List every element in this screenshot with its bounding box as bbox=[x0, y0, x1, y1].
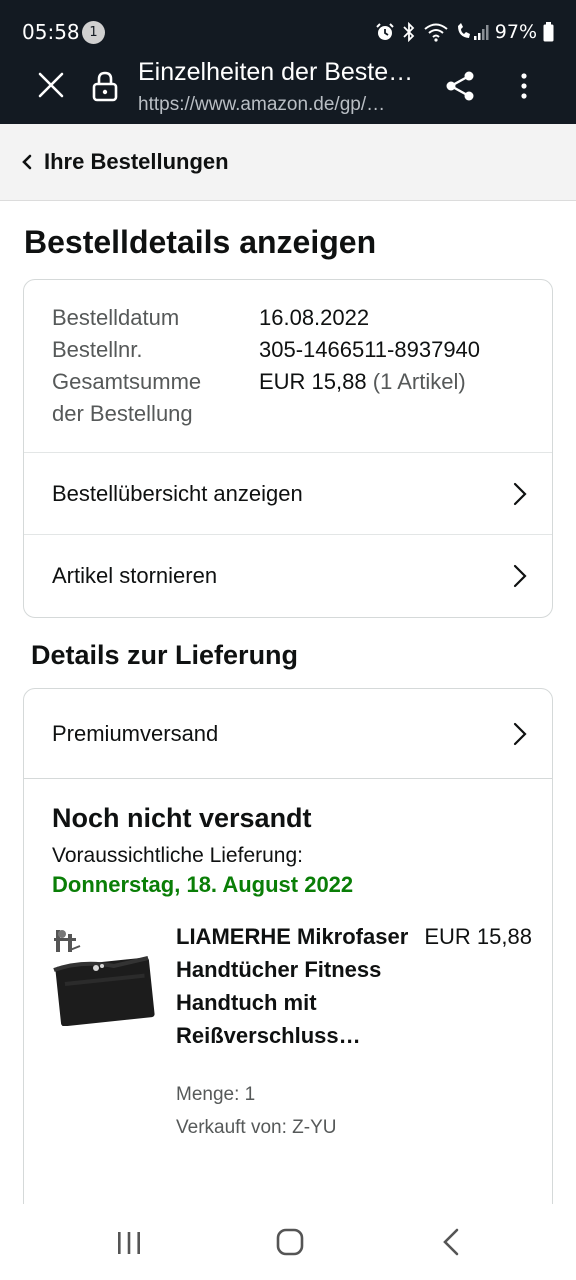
shipment-status: Noch nicht versandt Voraussichtliche Lie… bbox=[24, 779, 552, 1170]
notification-count-badge: 1 bbox=[82, 21, 105, 44]
order-overview-link[interactable]: Bestellübersicht anzeigen bbox=[24, 453, 552, 535]
wifi-icon bbox=[424, 23, 448, 42]
order-item: LIAMERHE Mikrofaser Handtücher Fitness H… bbox=[52, 920, 532, 1170]
page-title-tab[interactable]: Einzelheiten der Beste… bbox=[138, 58, 428, 87]
share-icon[interactable] bbox=[442, 68, 478, 104]
page-heading: Bestelldetails anzeigen bbox=[24, 224, 377, 260]
back-icon[interactable] bbox=[442, 1228, 460, 1256]
more-options-icon[interactable] bbox=[512, 68, 536, 104]
delivery-section-title: Details zur Lieferung bbox=[31, 640, 299, 670]
status-icons: 97% bbox=[375, 18, 554, 46]
order-total-label: Gesamtsumme bbox=[52, 369, 202, 394]
order-summary-card: Bestelldatum 16.08.2022 Bestellnr. 305-1… bbox=[23, 279, 553, 618]
bluetooth-icon bbox=[403, 22, 415, 42]
order-info: Bestelldatum 16.08.2022 Bestellnr. 305-1… bbox=[24, 280, 552, 453]
product-title-link[interactable]: LIAMERHE Mikrofaser Handtücher Fitness H… bbox=[176, 920, 416, 1052]
breadcrumb[interactable]: Ihre Bestellungen bbox=[0, 124, 576, 201]
status-bar: 05:58 1 97% bbox=[0, 0, 576, 58]
system-navigation-bar bbox=[0, 1204, 576, 1280]
order-overview-label: Bestellübersicht anzeigen bbox=[52, 480, 303, 506]
order-total-value: EUR 15,88 (1 Artikel) bbox=[259, 366, 466, 398]
shipping-method-label: Premiumversand bbox=[52, 720, 219, 746]
expected-delivery-date: Donnerstag, 18. August 2022 bbox=[52, 872, 354, 897]
chevron-right-icon bbox=[513, 482, 527, 505]
order-total-label-2: der Bestellung bbox=[52, 401, 193, 426]
status-time: 05:58 bbox=[22, 20, 80, 44]
browser-toolbar: Einzelheiten der Beste… https://www.amaz… bbox=[0, 58, 576, 124]
product-quantity: Menge: 1 bbox=[176, 1084, 256, 1105]
battery-level: 97% bbox=[494, 21, 537, 43]
order-number-value: 305-1466511-8937940 bbox=[259, 337, 481, 362]
shipment-status-title: Noch nicht versandt bbox=[52, 803, 312, 833]
lock-icon[interactable] bbox=[91, 70, 119, 102]
call-signal-icon bbox=[457, 23, 489, 40]
battery-icon bbox=[543, 22, 554, 42]
home-icon[interactable] bbox=[276, 1228, 304, 1256]
order-number-label: Bestellnr. bbox=[52, 337, 143, 362]
recent-apps-icon[interactable] bbox=[116, 1230, 142, 1256]
cancel-items-link[interactable]: Artikel stornieren bbox=[24, 535, 552, 617]
breadcrumb-label[interactable]: Ihre Bestellungen bbox=[44, 149, 229, 175]
chevron-right-icon bbox=[513, 722, 527, 745]
chevron-left-icon bbox=[22, 154, 32, 170]
delivery-card: Premiumversand Noch nicht versandt Vorau… bbox=[23, 688, 553, 1218]
close-icon[interactable] bbox=[34, 68, 68, 102]
product-price: EUR 15,88 bbox=[424, 924, 532, 949]
order-date-value: 16.08.2022 bbox=[259, 305, 370, 330]
page-url[interactable]: https://www.amazon.de/gp/… bbox=[138, 94, 418, 116]
total-items-count: (1 Artikel) bbox=[372, 369, 466, 394]
shipping-method-link[interactable]: Premiumversand bbox=[24, 689, 552, 779]
product-seller: Verkauft von: Z-YU bbox=[176, 1117, 337, 1138]
cancel-items-label: Artikel stornieren bbox=[52, 563, 218, 588]
total-amount: EUR 15,88 bbox=[259, 369, 367, 394]
chevron-right-icon bbox=[513, 564, 527, 588]
order-date-label: Bestelldatum bbox=[52, 305, 180, 330]
expected-delivery-label: Voraussichtliche Lieferung: bbox=[52, 844, 303, 867]
alarm-icon bbox=[376, 23, 394, 40]
product-image[interactable] bbox=[52, 926, 156, 1026]
